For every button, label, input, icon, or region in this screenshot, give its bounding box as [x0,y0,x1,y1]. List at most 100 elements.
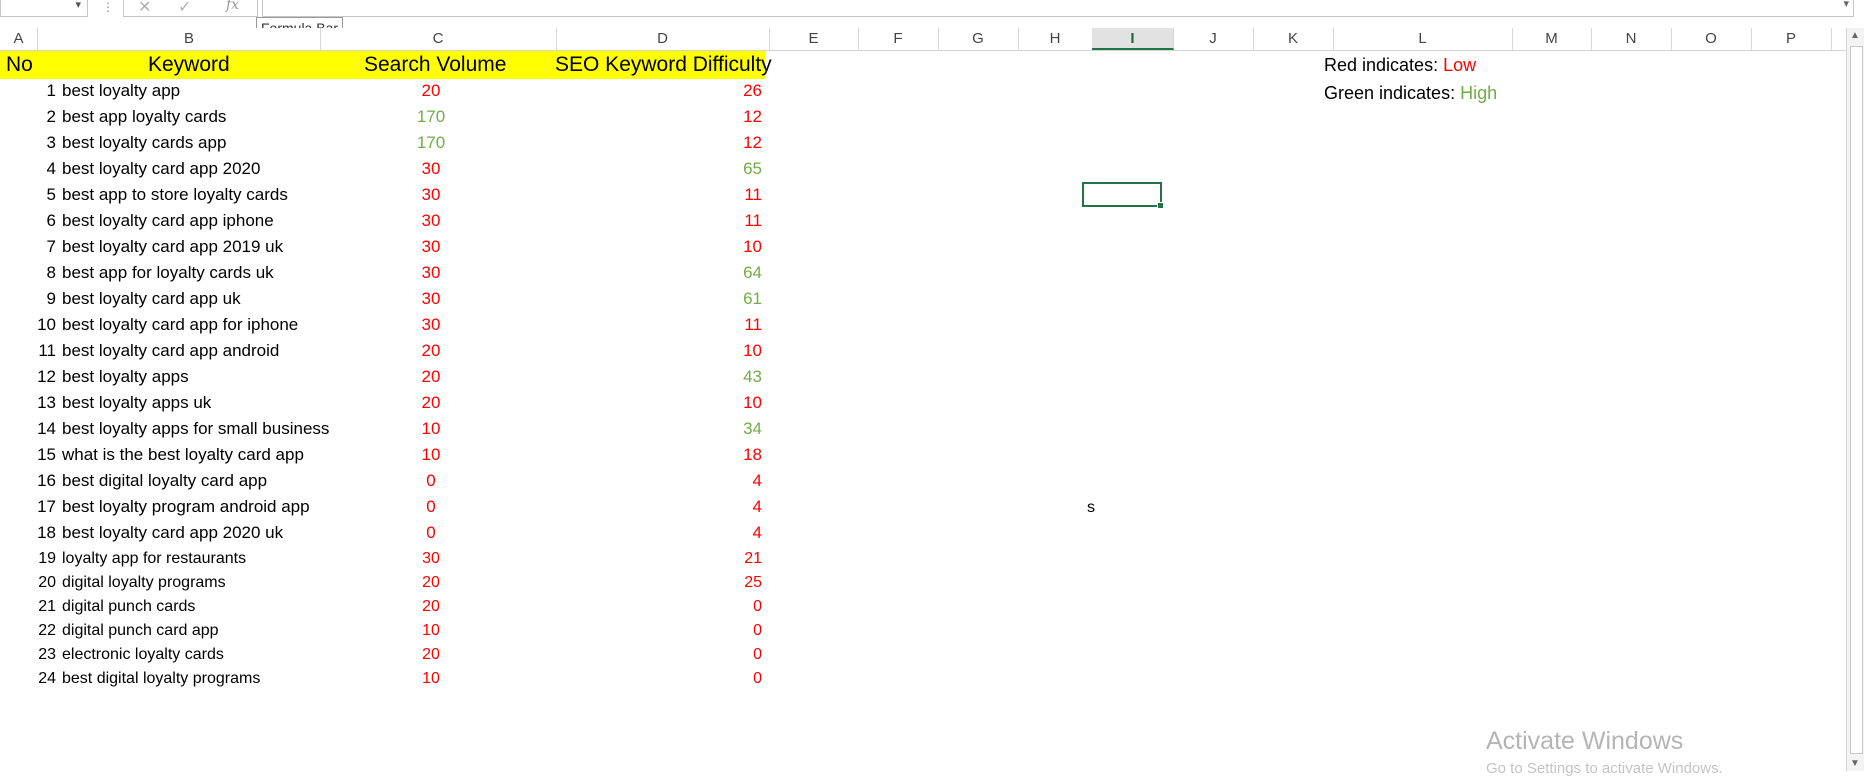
keyword-cell[interactable]: best loyalty app [62,78,180,104]
header-keyword[interactable]: Keyword [148,51,230,79]
search-volume-cell[interactable]: 30 [360,546,502,572]
header-keyword-difficulty[interactable]: SEO Keyword Difficulty [555,51,772,79]
row-number-cell[interactable]: 23 [0,642,56,668]
difficulty-cell[interactable]: 18 [560,442,762,468]
keyword-cell[interactable]: loyalty app for restaurants [62,546,246,572]
row-number-cell[interactable]: 14 [0,416,56,442]
keyword-cell[interactable]: electronic loyalty cards [62,642,224,668]
difficulty-cell[interactable]: 4 [560,494,762,520]
search-volume-cell[interactable]: 30 [360,286,502,312]
search-volume-cell[interactable]: 20 [360,338,502,364]
splitter-dots[interactable]: ⋮ [102,0,114,14]
column-header-G[interactable]: G [938,28,1019,50]
search-volume-cell[interactable]: 170 [360,130,502,156]
column-header-D[interactable]: D [556,28,770,50]
difficulty-cell[interactable]: 61 [560,286,762,312]
difficulty-cell[interactable]: 10 [560,338,762,364]
search-volume-cell[interactable]: 0 [360,494,502,520]
search-volume-cell[interactable]: 20 [360,364,502,390]
row-number-cell[interactable]: 12 [0,364,56,390]
cancel-icon[interactable]: ✕ [138,0,151,17]
row-number-cell[interactable]: 3 [0,130,56,156]
row-number-cell[interactable]: 16 [0,468,56,494]
search-volume-cell[interactable]: 10 [360,618,502,644]
difficulty-cell[interactable]: 25 [560,570,762,596]
search-volume-cell[interactable]: 10 [360,416,502,442]
difficulty-cell[interactable]: 64 [560,260,762,286]
difficulty-cell[interactable]: 11 [560,208,762,234]
sheet-grid[interactable]: No Keyword Search Volume SEO Keyword Dif… [0,51,1837,771]
formula-input[interactable]: ▾ [262,0,1854,17]
difficulty-cell[interactable]: 26 [560,78,762,104]
header-search-volume[interactable]: Search Volume [364,51,506,79]
keyword-cell[interactable]: best app loyalty cards [62,104,226,130]
chevron-down-icon[interactable]: ▾ [75,0,81,11]
row-number-cell[interactable]: 1 [0,78,56,104]
keyword-cell[interactable]: digital punch card app [62,618,219,644]
keyword-cell[interactable]: best app for loyalty cards uk [62,260,274,286]
keyword-cell[interactable]: best loyalty card app 2020 [62,156,260,182]
difficulty-cell[interactable]: 11 [560,182,762,208]
column-header-N[interactable]: N [1591,28,1672,50]
column-header-K[interactable]: K [1253,28,1334,50]
keyword-cell[interactable]: best app to store loyalty cards [62,182,288,208]
name-box[interactable]: ▾ [0,0,88,17]
search-volume-cell[interactable]: 10 [360,442,502,468]
column-header-M[interactable]: M [1512,28,1592,50]
difficulty-cell[interactable]: 11 [560,312,762,338]
search-volume-cell[interactable]: 20 [360,390,502,416]
search-volume-cell[interactable]: 20 [360,78,502,104]
keyword-cell[interactable]: best loyalty card app for iphone [62,312,298,338]
keyword-cell[interactable]: best digital loyalty card app [62,468,267,494]
column-header-C[interactable]: C [320,28,557,50]
search-volume-cell[interactable]: 20 [360,570,502,596]
search-volume-cell[interactable]: 170 [360,104,502,130]
difficulty-cell[interactable]: 0 [560,594,762,620]
keyword-cell[interactable]: what is the best loyalty card app [62,442,304,468]
column-header-H[interactable]: H [1018,28,1093,50]
difficulty-cell[interactable]: 4 [560,468,762,494]
row-number-cell[interactable]: 22 [0,618,56,644]
header-no[interactable]: No [6,51,33,79]
column-header-A[interactable]: A [0,28,38,50]
difficulty-cell[interactable]: 43 [560,364,762,390]
keyword-cell[interactable]: digital loyalty programs [62,570,226,596]
row-number-cell[interactable]: 4 [0,156,56,182]
search-volume-cell[interactable]: 30 [360,208,502,234]
keyword-cell[interactable]: best loyalty card app 2020 uk [62,520,283,546]
column-header-L[interactable]: L [1333,28,1513,50]
column-header-J[interactable]: J [1173,28,1254,50]
search-volume-cell[interactable]: 30 [360,234,502,260]
search-volume-cell[interactable]: 30 [360,260,502,286]
cell-text[interactable]: s [1087,499,1095,517]
difficulty-cell[interactable]: 12 [560,104,762,130]
row-number-cell[interactable]: 18 [0,520,56,546]
column-header-P[interactable]: P [1751,28,1832,50]
keyword-cell[interactable]: best loyalty cards app [62,130,226,156]
search-volume-cell[interactable]: 30 [360,312,502,338]
difficulty-cell[interactable]: 4 [560,520,762,546]
difficulty-cell[interactable]: 0 [560,618,762,644]
legend-green[interactable]: Green indicates: High [1324,83,1497,104]
row-number-cell[interactable]: 21 [0,594,56,620]
vertical-scrollbar[interactable]: ▲ ▼ [1846,28,1864,771]
scroll-thumb[interactable] [1850,46,1863,754]
row-number-cell[interactable]: 8 [0,260,56,286]
row-number-cell[interactable]: 9 [0,286,56,312]
difficulty-cell[interactable]: 0 [560,666,762,692]
scroll-up-icon[interactable]: ▲ [1850,30,1860,41]
fill-handle[interactable] [1157,202,1164,209]
insert-function-icon[interactable]: fx [226,0,239,13]
row-number-cell[interactable]: 11 [0,338,56,364]
scroll-down-icon[interactable]: ▼ [1850,758,1860,769]
column-header-E[interactable]: E [769,28,859,50]
keyword-cell[interactable]: digital punch cards [62,594,195,620]
enter-icon[interactable]: ✓ [178,0,191,17]
keyword-cell[interactable]: best loyalty card app uk [62,286,241,312]
column-header-O[interactable]: O [1671,28,1752,50]
keyword-cell[interactable]: best loyalty card app iphone [62,208,274,234]
keyword-cell[interactable]: best digital loyalty programs [62,666,260,692]
search-volume-cell[interactable]: 20 [360,642,502,668]
keyword-cell[interactable]: best loyalty card app android [62,338,279,364]
row-number-cell[interactable]: 24 [0,666,56,692]
